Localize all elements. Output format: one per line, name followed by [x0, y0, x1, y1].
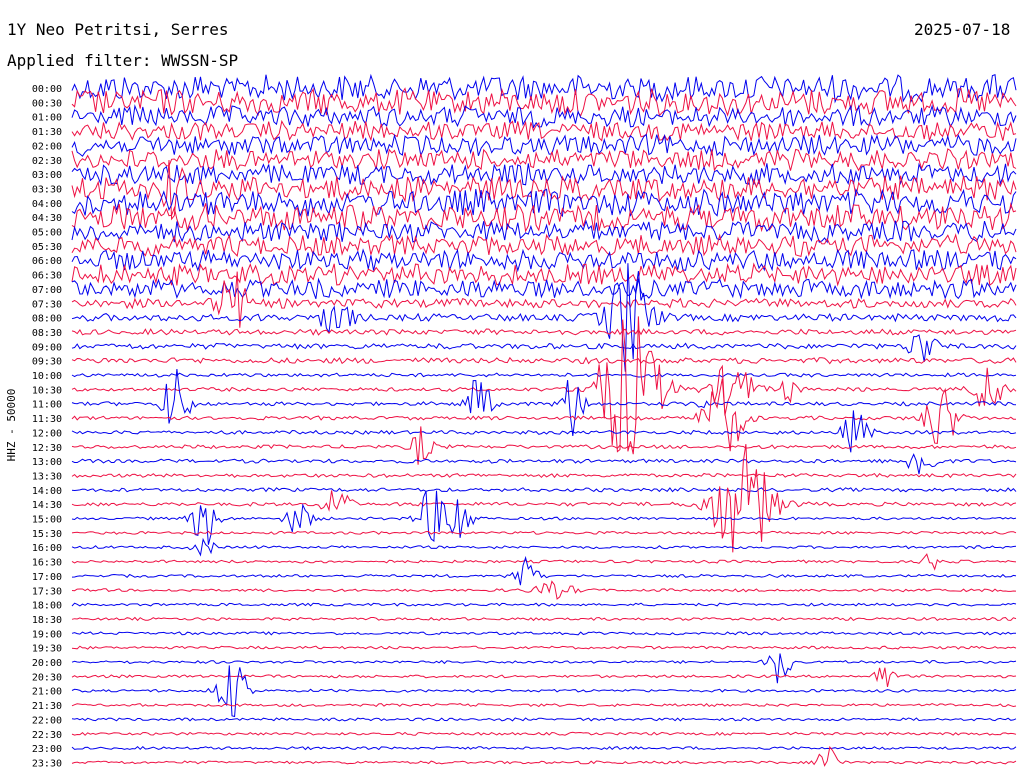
row-label-0800: 08:00 — [32, 314, 62, 325]
row-label-1630: 16:30 — [32, 558, 62, 569]
trace-1900 — [71, 631, 1016, 636]
trace-0830 — [71, 328, 1017, 336]
row-label-1500: 15:00 — [32, 515, 62, 526]
row-label-2230: 22:30 — [32, 730, 62, 741]
row-label-2300: 23:00 — [32, 744, 62, 755]
trace-1730 — [71, 580, 1017, 600]
y-axis-label: HHZ - 50000 — [5, 389, 18, 462]
trace-1630 — [71, 553, 1017, 571]
row-label-0930: 09:30 — [32, 357, 62, 368]
trace-1530 — [71, 530, 1017, 535]
row-label-1900: 19:00 — [32, 629, 62, 640]
row-label-0830: 08:30 — [32, 328, 62, 339]
trace-2230 — [71, 731, 1017, 736]
trace-0700 — [71, 277, 1017, 300]
trace-1300 — [71, 453, 1017, 475]
row-label-0230: 02:30 — [32, 156, 62, 167]
row-label-0400: 04:00 — [32, 199, 62, 210]
row-label-1530: 15:30 — [32, 529, 62, 540]
trace-2200 — [71, 717, 1017, 722]
row-label-2130: 21:30 — [32, 701, 62, 712]
trace-1100 — [71, 368, 1017, 437]
trace-2330 — [71, 745, 1017, 767]
trace-1930 — [71, 645, 1017, 650]
row-label-2030: 20:30 — [32, 672, 62, 683]
trace-1800 — [71, 602, 1017, 607]
row-label-0630: 06:30 — [32, 271, 62, 282]
row-label-0430: 04:30 — [32, 213, 62, 224]
trace-1330 — [71, 472, 1017, 479]
row-label-0030: 00:30 — [32, 98, 62, 109]
row-label-0900: 09:00 — [32, 342, 62, 353]
row-label-1000: 10:00 — [32, 371, 62, 382]
row-label-0530: 05:30 — [32, 242, 62, 253]
trace-0900 — [71, 334, 1017, 362]
row-label-1730: 17:30 — [32, 586, 62, 597]
row-label-0500: 05:00 — [32, 228, 62, 239]
row-label-1200: 12:00 — [32, 428, 62, 439]
trace-1830 — [71, 616, 1017, 622]
row-label-0730: 07:30 — [32, 299, 62, 310]
row-label-1030: 10:30 — [32, 385, 62, 396]
row-label-0330: 03:30 — [32, 184, 62, 195]
row-label-1800: 18:00 — [32, 601, 62, 612]
row-label-1230: 12:30 — [32, 443, 62, 454]
trace-1600 — [71, 537, 1017, 557]
row-label-1130: 11:30 — [32, 414, 62, 425]
row-label-group: 00:00 00:30 01:00 01:30 02:00 02:30 03:00 03:30… — [32, 84, 62, 769]
trace-1030 — [71, 316, 1017, 455]
trace-0030 — [71, 87, 1017, 117]
helicorder-plot: 00:00 00:30 01:00 01:30 02:00 02:30 03:00 03:30… — [5, 73, 1017, 769]
row-label-1400: 14:00 — [32, 486, 62, 497]
row-label-0000: 00:00 — [32, 84, 62, 95]
trace-0130 — [71, 119, 1017, 142]
row-label-1700: 17:00 — [32, 572, 62, 583]
trace-0600 — [71, 248, 1017, 273]
row-label-1930: 19:30 — [32, 644, 62, 655]
trace-group — [71, 73, 1017, 767]
row-label-1430: 14:30 — [32, 500, 62, 511]
row-label-2200: 22:00 — [32, 715, 62, 726]
trace-2130 — [71, 703, 1017, 708]
trace-0000 — [71, 73, 1017, 104]
trace-0100 — [71, 104, 1017, 129]
trace-1000 — [71, 372, 1017, 378]
row-label-0300: 03:00 — [32, 170, 62, 181]
trace-2030 — [71, 667, 1017, 688]
row-label-1100: 11:00 — [32, 400, 62, 411]
trace-0930 — [71, 356, 1017, 365]
row-label-1330: 13:30 — [32, 471, 62, 482]
row-label-1830: 18:30 — [32, 615, 62, 626]
row-label-0200: 02:00 — [32, 141, 62, 152]
row-label-0130: 01:30 — [32, 127, 62, 138]
row-label-2000: 20:00 — [32, 658, 62, 669]
trace-2000 — [71, 653, 1017, 684]
trace-2300 — [71, 746, 1017, 751]
trace-1500 — [71, 490, 1017, 545]
trace-1400 — [71, 487, 1017, 493]
row-label-1300: 13:00 — [32, 457, 62, 468]
row-label-1600: 16:00 — [32, 543, 62, 554]
trace-0200 — [71, 133, 1017, 158]
row-label-0100: 01:00 — [32, 113, 62, 124]
row-label-2330: 23:30 — [32, 758, 62, 769]
row-label-0700: 07:00 — [32, 285, 62, 296]
row-label-2100: 21:00 — [32, 687, 62, 698]
row-label-0600: 06:00 — [32, 256, 62, 267]
